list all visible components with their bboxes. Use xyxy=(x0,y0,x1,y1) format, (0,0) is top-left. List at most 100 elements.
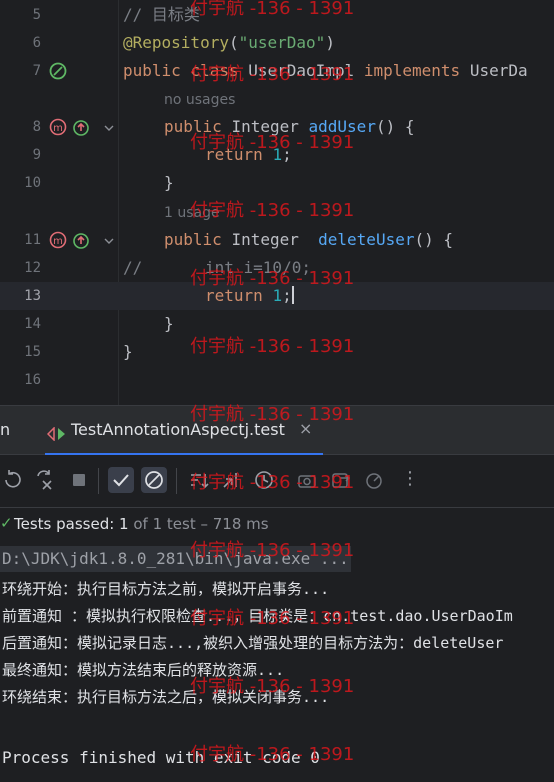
commented-code: int i=10/0; xyxy=(205,258,311,277)
export-icon[interactable] xyxy=(294,467,320,493)
annotation-token: @Repository xyxy=(123,33,229,52)
line-number: 14 xyxy=(24,316,41,332)
code-line-10[interactable]: 10 } xyxy=(0,169,554,197)
keyword-token: return xyxy=(205,145,263,164)
code-line-14[interactable]: 14 } xyxy=(0,310,554,338)
comment-prefix: // xyxy=(123,258,143,277)
paren-token: ( xyxy=(228,33,239,52)
code-line-8[interactable]: 8 m public Integer addUser() { xyxy=(0,113,554,141)
passed-detail: of 1 test – 718 ms xyxy=(128,515,269,533)
console-output[interactable]: D:\JDK\jdk1.8.0_281\bin\java.exe ... 环绕开… xyxy=(0,546,554,782)
tab-cut-label[interactable]: n xyxy=(0,420,10,439)
punct-token: () { xyxy=(375,117,415,136)
aspect-advice-gutter-icon[interactable]: m xyxy=(49,118,67,136)
code-line-11[interactable]: 11 m public Integer deleteUser() { xyxy=(0,226,554,254)
implementation-gutter-icon[interactable] xyxy=(72,118,90,136)
tab-close-icon[interactable]: × xyxy=(299,419,312,438)
toolbar-separator xyxy=(176,468,177,494)
usages-hint[interactable]: 1 usage xyxy=(164,202,220,224)
number-token: 1 xyxy=(272,286,283,305)
code-text: return 1; xyxy=(205,282,294,310)
console-line: 最终通知：模拟方法结束后的释放资源... xyxy=(2,661,285,679)
line-number: 9 xyxy=(32,147,41,163)
line-number: 5 xyxy=(32,7,41,23)
class-name-token: UserDaoImpl xyxy=(248,61,355,80)
coverage-icon[interactable] xyxy=(361,467,387,493)
console-line: 后置通知：模拟记录日志...,被织入增强处理的目标方法为：deleteUser xyxy=(2,634,504,652)
aspect-advice-gutter-icon[interactable]: m xyxy=(49,231,67,249)
keyword-token: implements xyxy=(363,61,461,80)
line-number: 11 xyxy=(24,232,41,248)
keyword-token: class xyxy=(190,61,239,80)
line-number: 8 xyxy=(32,119,41,135)
string-token: "userDao" xyxy=(238,33,326,52)
number-token: 1 xyxy=(272,145,283,164)
code-text: } xyxy=(164,173,174,192)
test-status-bar: ✓ Tests passed: 1 of 1 test – 718 ms xyxy=(0,508,554,541)
type-token: Integer xyxy=(231,230,299,249)
code-line-6[interactable]: 6 @Repository("userDao") xyxy=(0,29,554,57)
interface-token: UserDa xyxy=(469,61,528,80)
punct-token: ; xyxy=(282,286,292,305)
code-line-7[interactable]: 7 public class UserDaoImpl implements Us… xyxy=(0,57,554,85)
line-number: 12 xyxy=(24,260,41,276)
punct-token: () { xyxy=(414,230,453,249)
history-icon[interactable] xyxy=(251,467,277,493)
code-text: @Repository("userDao") xyxy=(123,29,335,57)
keyword-token: public xyxy=(123,61,181,80)
method-name-token: deleteUser xyxy=(318,230,415,249)
code-line-9[interactable]: 9 return 1; xyxy=(0,141,554,169)
line-number: 6 xyxy=(32,35,41,51)
svg-text:m: m xyxy=(53,236,63,247)
rerun-icon[interactable] xyxy=(0,467,26,493)
run-tool-window: n TestAnnotationAspectj.test × ⋮ ✓ Tests… xyxy=(0,405,554,782)
passed-check-icon: ✓ xyxy=(0,514,13,532)
line-number: 15 xyxy=(24,344,41,360)
console-line: 环绕结束：执行目标方法之后，模拟关闭事务... xyxy=(2,688,330,706)
spring-bean-gutter-icon[interactable] xyxy=(49,62,67,80)
tab-test-run[interactable]: TestAnnotationAspectj.test × xyxy=(45,406,323,456)
code-text: public class UserDaoImpl implements User… xyxy=(123,57,528,85)
type-token: Integer xyxy=(231,117,299,136)
console-command-line[interactable]: D:\JDK\jdk1.8.0_281\bin\java.exe ... xyxy=(0,546,351,572)
code-line-16[interactable]: 16 xyxy=(0,366,554,394)
code-editor[interactable]: 5 // 目标类 6 @Repository("userDao") 7 publ… xyxy=(0,0,554,405)
passed-label: Tests passed: xyxy=(14,515,115,533)
line-number: 13 xyxy=(24,288,41,304)
usages-hint[interactable]: no usages xyxy=(164,89,235,111)
code-line-12[interactable]: 12 // int i=10/0; xyxy=(0,254,554,282)
code-text: return 1; xyxy=(205,141,292,169)
keyword-token: public xyxy=(164,117,222,136)
test-status-text: Tests passed: 1 of 1 test – 718 ms xyxy=(14,515,269,533)
stop-icon[interactable] xyxy=(66,467,92,493)
code-text: public Integer deleteUser() { xyxy=(164,226,453,254)
rerun-failed-icon[interactable] xyxy=(33,467,59,493)
line-number: 7 xyxy=(32,63,41,79)
comment-text: // 目标类 xyxy=(123,5,200,24)
line-number: 16 xyxy=(24,372,41,388)
fold-chevron-icon[interactable] xyxy=(103,119,115,131)
show-ignored-toggle-icon[interactable] xyxy=(141,467,167,493)
keyword-token: public xyxy=(164,230,222,249)
method-name-token: addUser xyxy=(308,117,376,136)
collapse-icon[interactable] xyxy=(218,467,244,493)
import-icon[interactable] xyxy=(328,467,354,493)
show-passed-toggle-icon[interactable] xyxy=(108,467,134,493)
fold-chevron-icon[interactable] xyxy=(103,232,115,244)
code-text: } xyxy=(123,342,133,361)
code-text: public Integer addUser() { xyxy=(164,113,414,141)
code-line-15[interactable]: 15 } xyxy=(0,338,554,366)
sort-icon[interactable] xyxy=(186,467,212,493)
line-number: 10 xyxy=(24,175,41,191)
punct-token: ; xyxy=(282,145,292,164)
implementation-gutter-icon[interactable] xyxy=(72,231,90,249)
more-glyph: ⋮ xyxy=(401,468,419,489)
run-tab-bar: n TestAnnotationAspectj.test × xyxy=(0,405,554,456)
tab-label: TestAnnotationAspectj.test xyxy=(71,420,285,439)
text-caret xyxy=(291,286,294,304)
more-options-icon[interactable]: ⋮ xyxy=(393,467,419,493)
svg-text:m: m xyxy=(53,123,63,134)
code-line-13[interactable]: 13 return 1; xyxy=(0,282,554,310)
console-line: 前置通知 ：模拟执行权限检查...，目标类是：cn.test.dao.UserD… xyxy=(2,607,513,625)
code-line-5[interactable]: 5 // 目标类 xyxy=(0,1,554,29)
